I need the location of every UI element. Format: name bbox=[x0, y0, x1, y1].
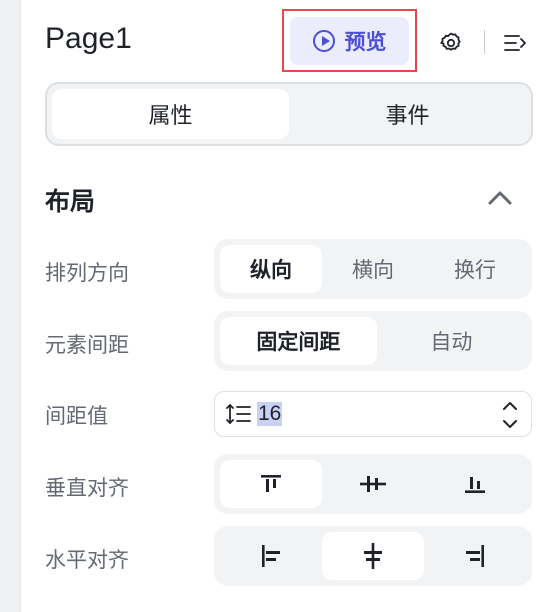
play-circle-icon bbox=[312, 30, 335, 52]
spacing-value-label: 间距值 bbox=[45, 404, 108, 428]
vertical-align-segmented bbox=[214, 454, 532, 514]
horizontal-align-left-option[interactable] bbox=[220, 532, 322, 580]
header-divider bbox=[484, 30, 485, 54]
align-bottom-icon bbox=[465, 477, 485, 493]
horizontal-align-right-option[interactable] bbox=[424, 532, 526, 580]
preview-button[interactable]: 预览 bbox=[290, 17, 409, 65]
direction-segmented: 纵向 横向 换行 bbox=[214, 239, 532, 299]
horizontal-align-label: 水平对齐 bbox=[45, 548, 129, 572]
align-top-icon bbox=[261, 475, 281, 492]
horizontal-align-segmented bbox=[214, 526, 532, 586]
direction-option-vertical[interactable]: 纵向 bbox=[220, 245, 322, 293]
spacing-mode-segmented: 固定间距 自动 bbox=[214, 311, 532, 371]
vertical-align-top-option[interactable] bbox=[220, 460, 322, 508]
spacing-value-text: 16 bbox=[257, 402, 283, 426]
vertical-align-middle-option[interactable] bbox=[322, 460, 424, 508]
stepper-chevrons-icon[interactable] bbox=[501, 398, 519, 432]
spacing-mode-label: 元素间距 bbox=[45, 333, 129, 357]
preview-button-label: 预览 bbox=[344, 30, 387, 54]
page-title: Page1 bbox=[45, 22, 132, 55]
align-center-icon bbox=[364, 543, 382, 569]
vertical-align-label: 垂直对齐 bbox=[45, 476, 129, 500]
spacing-option-fixed[interactable]: 固定间距 bbox=[220, 317, 377, 365]
properties-panel: Page1 预览 属性 事件 布局 排列方向 纵向 横向 换行 元素间距 固定间… bbox=[20, 0, 558, 612]
direction-label: 排列方向 bbox=[45, 261, 129, 285]
section-title-layout: 布局 bbox=[45, 187, 96, 216]
spacing-option-auto[interactable]: 自动 bbox=[377, 317, 526, 365]
horizontal-align-center-option[interactable] bbox=[322, 532, 424, 580]
vertical-align-bottom-option[interactable] bbox=[424, 460, 526, 508]
align-right-icon bbox=[466, 545, 484, 567]
align-left-icon bbox=[262, 545, 280, 567]
tab-events[interactable]: 事件 bbox=[289, 89, 526, 139]
align-middle-icon bbox=[360, 476, 386, 492]
direction-option-horizontal[interactable]: 横向 bbox=[322, 245, 424, 293]
panel-tabs: 属性 事件 bbox=[45, 82, 533, 146]
direction-option-wrap[interactable]: 换行 bbox=[424, 245, 526, 293]
spacing-value-input[interactable]: 16 bbox=[214, 391, 532, 437]
gear-icon[interactable] bbox=[439, 31, 463, 55]
collapse-panel-icon[interactable] bbox=[503, 31, 529, 55]
line-spacing-icon bbox=[226, 404, 251, 424]
tab-properties[interactable]: 属性 bbox=[52, 89, 289, 139]
chevron-up-icon[interactable] bbox=[487, 188, 513, 208]
